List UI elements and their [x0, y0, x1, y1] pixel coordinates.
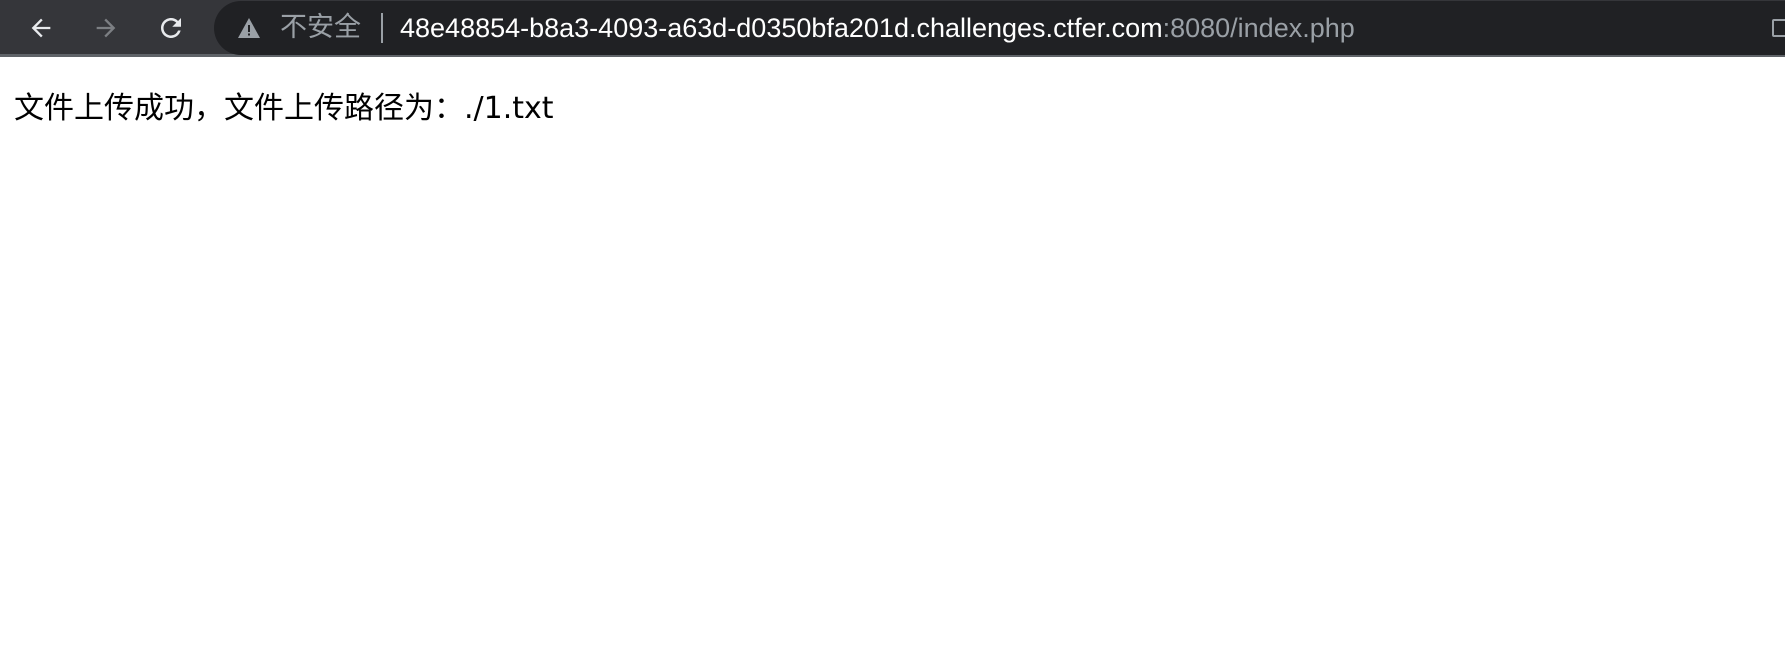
browser-toolbar: 不安全 48e48854-b8a3-4093-a63d-d0350bfa201d…: [0, 0, 1785, 57]
arrow-left-icon: [31, 18, 51, 38]
back-button[interactable]: [21, 8, 61, 48]
url-host: 48e48854-b8a3-4093-a63d-d0350bfa201d.cha…: [400, 13, 1163, 43]
warning-triangle-icon[interactable]: [237, 17, 261, 39]
forward-button[interactable]: [86, 8, 126, 48]
upload-result-message: 文件上传成功，文件上传路径为：./1.txt: [14, 91, 554, 126]
url-text[interactable]: 48e48854-b8a3-4093-a63d-d0350bfa201d.cha…: [400, 1, 1355, 55]
url-path: :8080/index.php: [1162, 13, 1355, 43]
share-icon[interactable]: [1772, 16, 1785, 40]
address-separator: [381, 13, 383, 43]
address-bar[interactable]: 不安全 48e48854-b8a3-4093-a63d-d0350bfa201d…: [214, 1, 1785, 55]
reload-icon: [161, 18, 181, 38]
arrow-right-icon: [96, 18, 116, 38]
reload-button[interactable]: [151, 8, 191, 48]
security-status-label[interactable]: 不安全: [280, 1, 361, 55]
